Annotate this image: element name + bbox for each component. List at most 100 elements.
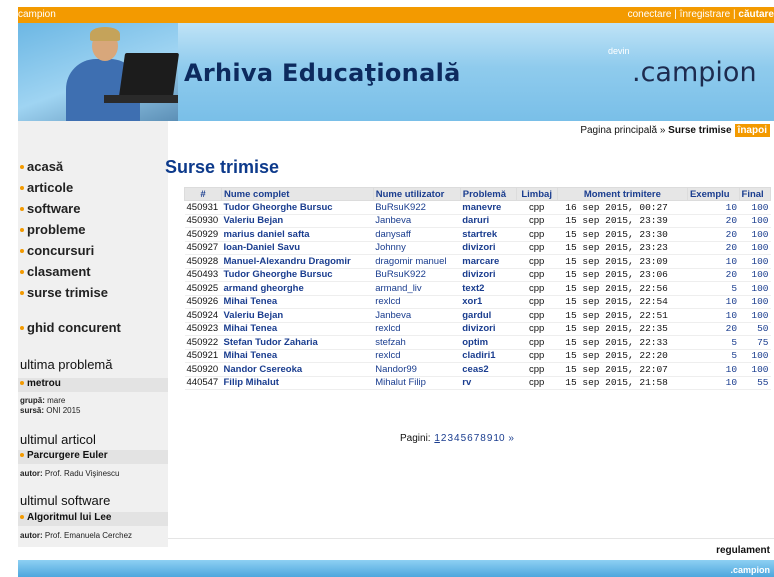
cell-example[interactable]: 20 [687, 322, 740, 336]
cell-username[interactable]: dragomir manuel [373, 254, 461, 269]
cell-final[interactable]: 55 [739, 376, 771, 390]
cell-example[interactable]: 10 [687, 200, 740, 215]
cell-final-link[interactable]: 50 [757, 323, 768, 334]
cell-full-name[interactable]: Mihai Tenea [221, 322, 374, 336]
cell-final[interactable]: 100 [739, 281, 771, 296]
cell-problem[interactable]: xor1 [460, 295, 517, 309]
cell-full-name[interactable]: Manuel-Alexandru Dragomir [221, 254, 374, 269]
cell-problem-link[interactable]: ceas2 [462, 364, 488, 375]
cell-full-name-link[interactable]: Valeriu Bejan [224, 215, 284, 226]
cell-example-link[interactable]: 10 [726, 310, 737, 321]
cell-username[interactable]: Johnny [373, 241, 461, 255]
cell-problem-link[interactable]: cladiri1 [462, 350, 495, 361]
cell-final[interactable]: 100 [739, 362, 771, 377]
cell-problem-link[interactable]: divizori [462, 242, 495, 253]
last-article-link[interactable]: Parcurgere Euler [18, 450, 168, 464]
cell-full-name[interactable]: armand gheorghe [221, 281, 374, 296]
cell-example-link[interactable]: 20 [726, 269, 737, 280]
cell-problem-link[interactable]: optim [462, 337, 488, 348]
nav-item-acasa[interactable]: acasă [18, 159, 168, 180]
cell-final-link[interactable]: 100 [751, 215, 768, 226]
cell-example[interactable]: 10 [687, 376, 740, 390]
cell-final[interactable]: 100 [739, 268, 771, 282]
nav-item-probleme[interactable]: probleme [18, 222, 168, 243]
cell-full-name[interactable]: marius daniel safta [221, 227, 374, 242]
footer-brand[interactable]: .campion [730, 565, 770, 575]
cell-full-name[interactable]: Mihai Tenea [221, 349, 374, 363]
cell-problem[interactable]: optim [460, 335, 517, 350]
cell-username[interactable]: rexlcd [373, 349, 461, 363]
cell-username-link[interactable]: rexlcd [375, 350, 400, 361]
cell-username[interactable]: rexlcd [373, 322, 461, 336]
cell-example[interactable]: 20 [687, 214, 740, 228]
cell-problem[interactable]: divizori [460, 241, 517, 255]
col-id[interactable]: # [184, 187, 222, 201]
cell-full-name-link[interactable]: Tudor Gheorghe Bursuc [224, 269, 333, 280]
cell-example[interactable]: 10 [687, 308, 740, 323]
col-time[interactable]: Moment trimitere [556, 187, 688, 201]
cell-username-link[interactable]: Janbeva [375, 310, 411, 321]
cell-username[interactable]: Janbeva [373, 308, 461, 323]
cell-example-link[interactable]: 10 [726, 364, 737, 375]
page-link[interactable]: 9 [487, 433, 493, 444]
page-link[interactable]: 3 [447, 433, 453, 444]
cell-final[interactable]: 100 [739, 214, 771, 228]
cell-full-name-link[interactable]: Stefan Tudor Zaharia [224, 337, 318, 348]
cell-full-name-link[interactable]: Mihai Tenea [224, 350, 278, 361]
cell-problem[interactable]: text2 [460, 281, 517, 296]
nav-item-software[interactable]: software [18, 201, 168, 222]
cell-example-link[interactable]: 20 [726, 229, 737, 240]
cell-problem[interactable]: daruri [460, 214, 517, 228]
page-link[interactable]: 4 [454, 433, 460, 444]
col-example[interactable]: Exemplu [686, 187, 740, 201]
cell-username-link[interactable]: Mihalut Filip [375, 377, 426, 388]
last-software-link[interactable]: Algoritmul lui Lee [18, 512, 168, 526]
cell-full-name-link[interactable]: marius daniel safta [224, 229, 310, 240]
cell-final[interactable]: 100 [739, 227, 771, 242]
page-link[interactable]: 7 [474, 433, 480, 444]
cell-problem-link[interactable]: daruri [462, 215, 489, 226]
regulament-link[interactable]: regulament [716, 545, 770, 556]
page-link[interactable]: 10 [493, 433, 504, 444]
cell-full-name-link[interactable]: Ioan-Daniel Savu [224, 242, 301, 253]
cell-example[interactable]: 5 [687, 349, 740, 363]
cell-username[interactable]: armand_liv [373, 281, 461, 296]
cell-username-link[interactable]: Nandor99 [375, 364, 417, 375]
cell-example-link[interactable]: 5 [731, 350, 737, 361]
cell-username[interactable]: danysaff [373, 227, 461, 242]
cell-example[interactable]: 20 [687, 241, 740, 255]
cell-username-link[interactable]: stefzah [375, 337, 406, 348]
cell-final-link[interactable]: 100 [751, 283, 768, 294]
cell-example[interactable]: 10 [687, 295, 740, 309]
cell-example-link[interactable]: 20 [726, 215, 737, 226]
col-username[interactable]: Nume utilizator [372, 187, 461, 201]
cell-final[interactable]: 100 [739, 295, 771, 309]
cell-problem[interactable]: divizori [460, 268, 517, 282]
page-link[interactable]: 1 [434, 433, 440, 444]
cell-final[interactable]: 100 [739, 254, 771, 269]
cell-final-link[interactable]: 100 [751, 296, 768, 307]
cell-final-link[interactable]: 100 [751, 364, 768, 375]
nav-item-ghid-concurent[interactable]: ghid concurent [18, 320, 168, 341]
cell-problem[interactable]: gardul [460, 308, 517, 323]
cell-example[interactable]: 5 [687, 281, 740, 296]
cell-example[interactable]: 20 [687, 227, 740, 242]
cell-final[interactable]: 100 [739, 200, 771, 215]
nav-item-articole[interactable]: articole [18, 180, 168, 201]
cell-username-link[interactable]: BuRsuK922 [375, 202, 426, 213]
cell-full-name[interactable]: Filip Mihalut [221, 376, 374, 390]
cell-example-link[interactable]: 20 [726, 323, 737, 334]
cell-full-name[interactable]: Valeriu Bejan [221, 214, 374, 228]
cell-problem[interactable]: marcare [460, 254, 517, 269]
cell-problem-link[interactable]: marcare [462, 256, 499, 267]
cell-example[interactable]: 5 [687, 335, 740, 350]
cell-example[interactable]: 10 [687, 362, 740, 377]
cell-problem[interactable]: ceas2 [460, 362, 517, 377]
cell-full-name-link[interactable]: Nandor Csereoka [224, 364, 303, 375]
cell-username[interactable]: Janbeva [373, 214, 461, 228]
cell-example-link[interactable]: 10 [726, 256, 737, 267]
cell-full-name[interactable]: Stefan Tudor Zaharia [221, 335, 374, 350]
cell-full-name[interactable]: Tudor Gheorghe Bursuc [221, 268, 374, 282]
cell-username-link[interactable]: rexlcd [375, 323, 400, 334]
next-page-link[interactable]: » [508, 433, 514, 444]
